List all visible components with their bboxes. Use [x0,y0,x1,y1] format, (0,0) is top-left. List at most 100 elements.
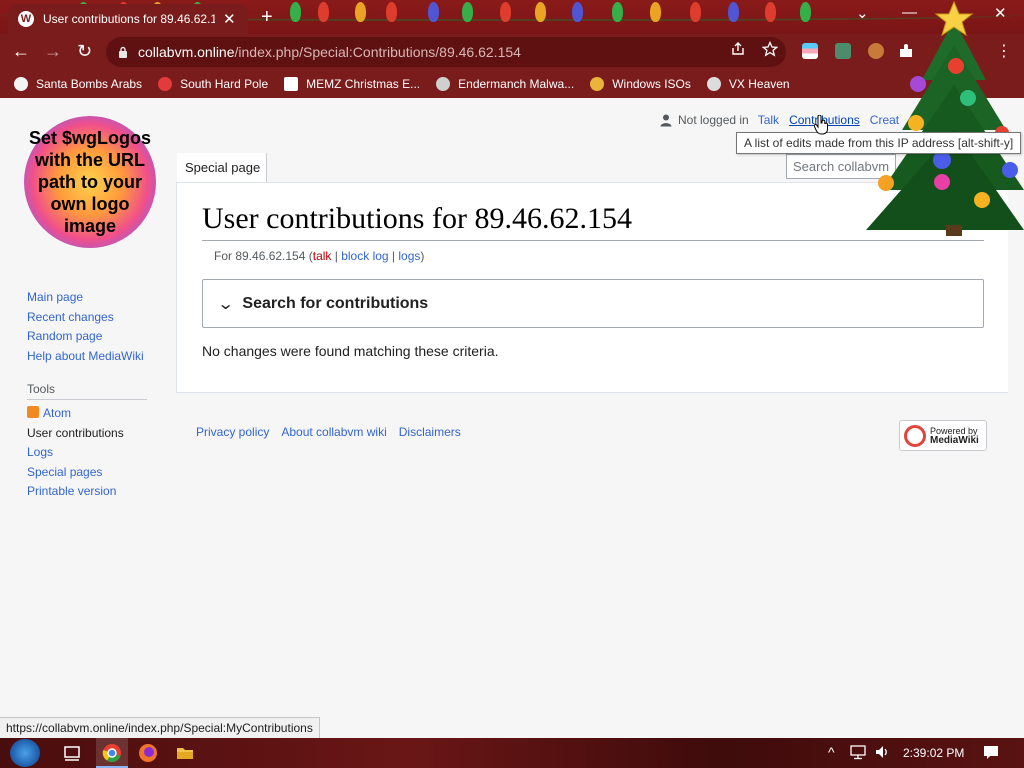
reload-icon[interactable]: ↻ [77,41,92,62]
firefox-icon[interactable] [138,743,158,763]
bookmark-vx-heaven[interactable]: VX Heaven [706,77,790,91]
christmas-light [355,2,366,22]
not-logged-in-label: Not logged in [678,113,749,127]
powered-by-text: Powered by MediaWiki [930,426,979,446]
christmas-light [650,2,661,22]
rss-feed-icon [27,406,39,418]
share-icon[interactable] [730,41,746,57]
file-explorer-icon[interactable] [175,743,195,763]
lock-icon [119,46,127,58]
christmas-light [500,2,511,22]
bookmark-memz-christmas[interactable]: MEMZ Christmas E... [284,77,420,91]
taskbar-clock[interactable]: 2:39:02 PM [903,746,964,760]
back-arrow-icon[interactable]: ← [12,41,30,62]
christmas-light [612,2,623,22]
subtitle-prefix: For 89.46.62.154 ( [214,249,313,263]
tab-close-icon[interactable]: ✕ [223,10,236,28]
mediawiki-flower-icon [904,424,926,447]
tool-printable-version[interactable]: Printable version [27,482,124,502]
bookmark-windows-isos[interactable]: Windows ISOs [590,77,691,91]
new-tab-button[interactable]: + [261,6,273,29]
christmas-light [535,2,546,22]
address-bar[interactable]: collabvm.online/index.php/Special:Contri… [106,37,786,67]
christmas-light [386,2,397,22]
footer-about[interactable]: About collabvm wiki [281,425,386,439]
endermanch-icon [436,77,451,91]
network-icon[interactable] [850,744,866,760]
windows-isos-icon [590,77,605,91]
search-contributions-label: Search for contributions [242,294,429,312]
contributions-subtitle: For 89.46.62.154 (talk | block log | log… [214,249,424,263]
no-changes-message: No changes were found matching these cri… [202,343,499,359]
christmas-light [318,2,329,22]
subtitle-suffix: ) [420,249,425,263]
search-contributions-panel[interactable]: ⌄ Search for contributions [202,279,984,328]
memz-icon [284,77,299,91]
volume-icon[interactable] [874,744,890,760]
star-icon [158,77,173,91]
tool-atom[interactable]: Atom [27,404,124,424]
nav-main-page[interactable]: Main page [27,288,144,308]
bookmark-star-icon[interactable] [762,41,778,57]
christmas-light [572,2,583,22]
santa-icon [14,77,28,91]
nav-random-page[interactable]: Random page [27,327,144,347]
christmas-tree-decoration [866,0,1024,236]
logo-text: Set $wgLogos with the URL path to your o… [28,128,151,236]
heading-divider [202,240,984,241]
wiki-favicon-icon: W [18,11,34,27]
tool-special-pages[interactable]: Special pages [27,463,124,483]
extension-s-icon[interactable] [835,43,851,59]
bookmark-label: MEMZ Christmas E... [306,77,421,91]
tab-title: User contributions for 89.46.62.1 [43,12,215,26]
tool-user-contributions[interactable]: User contributions [27,424,124,444]
subtitle-block-log-link[interactable]: block log [341,249,388,263]
bookmark-label: South Hard Pole [180,77,269,91]
nav-recent-changes[interactable]: Recent changes [27,308,144,328]
windows-taskbar: ^ 2:39:02 PM [0,738,1024,768]
bookmark-south-hard-pole[interactable]: South Hard Pole [158,77,268,91]
subtitle-logs-link[interactable]: logs [398,249,420,263]
personal-talk-link[interactable]: Talk [758,113,779,127]
page-title: User contributions for 89.46.62.154 [202,202,632,235]
start-button[interactable] [10,739,40,767]
chevron-down-icon: ⌄ [216,295,235,313]
bookmark-santa-bombs-arabs[interactable]: Santa Bombs Arabs [14,77,142,91]
tool-atom-label: Atom [43,406,72,420]
christmas-light [462,2,473,22]
task-view-icon[interactable] [62,743,82,763]
tools-portlet: Atom User contributions Logs Special pag… [27,404,124,502]
tool-logs[interactable]: Logs [27,443,124,463]
chrome-icon[interactable] [102,743,122,763]
site-logo[interactable]: Set $wgLogos with the URL path to your o… [24,116,156,248]
footer-links: Privacy policy About collabvm wiki Discl… [196,425,473,439]
subtitle-separator: | [331,249,342,263]
forward-arrow-icon[interactable]: → [44,41,62,62]
bookmark-endermanch-malware[interactable]: Endermanch Malwa... [436,77,574,91]
url-path: /index.php/Special:Contributions/89.46.6… [234,44,521,60]
christmas-light [290,2,301,22]
browser-tab-active[interactable]: W User contributions for 89.46.62.1 ✕ [8,4,248,34]
extension-flag-icon[interactable] [802,43,818,59]
christmas-light [765,2,776,22]
christmas-light [690,2,701,22]
powered-by-mediawiki-badge[interactable]: Powered by MediaWiki [899,420,987,451]
tab-special-page[interactable]: Special page [177,153,267,182]
subtitle-talk-link[interactable]: talk [313,249,332,263]
powered-by-line1: Powered by [930,425,978,436]
hand-cursor-icon [814,115,828,135]
tools-divider [27,399,147,400]
user-icon [660,114,672,126]
tools-heading: Tools [27,382,56,396]
contributions-tooltip: A list of edits made from this IP addres… [736,132,1022,154]
powered-by-line2: MediaWiki [930,434,979,446]
footer-disclaimers[interactable]: Disclaimers [399,425,461,439]
nav-help[interactable]: Help about MediaWiki [27,347,144,367]
bookmark-label: Santa Bombs Arabs [36,77,143,91]
navigation-portlet: Main page Recent changes Random page Hel… [27,288,144,366]
christmas-light [800,2,811,22]
christmas-light [728,2,739,22]
action-center-icon[interactable] [983,744,999,760]
footer-privacy-policy[interactable]: Privacy policy [196,425,269,439]
tray-chevron-up-icon[interactable]: ^ [828,744,835,760]
